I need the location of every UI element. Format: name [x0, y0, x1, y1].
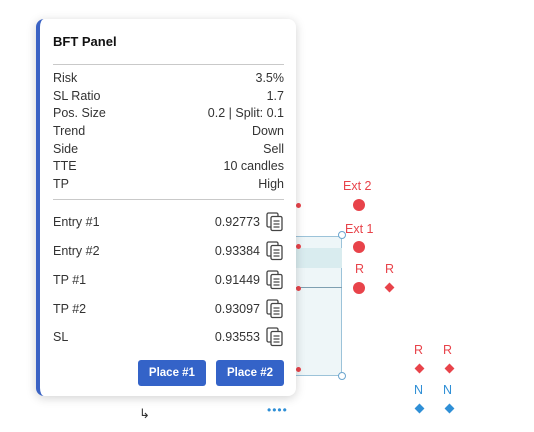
price-row-sl: SL 0.93553 [53, 323, 284, 352]
level-marker [296, 286, 301, 291]
info-label: TTE [53, 159, 77, 174]
info-row-trend: Trend Down [53, 123, 284, 141]
zone-handle-bottom[interactable] [338, 372, 346, 380]
level-marker [296, 367, 301, 372]
info-label: TP [53, 177, 69, 192]
n-label: N [443, 383, 453, 397]
copy-icon[interactable] [266, 270, 284, 290]
r-label: R [355, 262, 365, 276]
place-2-button[interactable]: Place #2 [215, 360, 284, 386]
price-label: Entry #1 [53, 215, 100, 230]
info-row-risk: Risk 3.5% [53, 70, 284, 88]
price-row-tp-2: TP #2 0.93097 [53, 294, 284, 323]
price-label: TP #1 [53, 272, 87, 287]
r-label: R [385, 262, 395, 276]
price-row-entry-2: Entry #2 0.93384 [53, 237, 284, 266]
more-dots-icon[interactable]: •••• [267, 404, 288, 416]
r-diamond [384, 282, 395, 293]
price-label: SL [53, 330, 69, 345]
info-label: Side [53, 141, 79, 156]
price-label: TP #2 [53, 301, 87, 316]
price-value: 0.93553 [214, 330, 260, 345]
info-value: 0.2 | Split: 0.1 [207, 106, 284, 121]
panel-title: BFT Panel [53, 34, 117, 49]
price-value: 0.93097 [214, 301, 260, 316]
n-diamond [414, 403, 425, 414]
info-list: Risk 3.5% SL Ratio 1.7 Pos. Size 0.2 | S… [53, 70, 284, 194]
info-value: 1.7 [266, 88, 284, 103]
info-row-sl-ratio: SL Ratio 1.7 [53, 88, 284, 106]
r-marker [353, 282, 365, 294]
copy-icon[interactable] [266, 212, 284, 232]
info-label: Pos. Size [53, 106, 106, 121]
price-list: Entry #1 0.92773 Entry #2 0.93384 TP #1 … [53, 208, 284, 352]
info-value: Sell [263, 141, 284, 156]
ext1-marker [353, 241, 365, 253]
info-row-tte: TTE 10 candles [53, 158, 284, 176]
copy-icon[interactable] [266, 327, 284, 347]
info-value: 3.5% [255, 71, 285, 85]
n-label: N [414, 383, 424, 397]
price-label: Entry #2 [53, 244, 100, 258]
r-diamond [414, 363, 425, 374]
info-row-side: Side Sell [53, 141, 284, 159]
info-row-pos-size: Pos. Size 0.2 | Split: 0.1 [53, 105, 284, 123]
info-label: SL Ratio [53, 88, 101, 103]
copy-icon[interactable] [266, 241, 284, 261]
ext2-marker [353, 199, 365, 211]
info-value: High [258, 177, 284, 192]
price-value: 0.92773 [214, 215, 260, 230]
info-label: Risk [53, 71, 78, 85]
panel-actions: Place #1 Place #2 [137, 360, 284, 386]
bft-panel: BFT Panel Risk 3.5% SL Ratio 1.7 Pos. Si… [36, 19, 296, 396]
r-label: R [414, 343, 424, 357]
price-row-tp-1: TP #1 0.91449 [53, 265, 284, 294]
r-diamond [444, 363, 455, 374]
ext2-label: Ext 2 [343, 179, 372, 193]
price-value: 0.91449 [214, 272, 260, 287]
copy-icon[interactable] [266, 298, 284, 319]
mouse-cursor-icon: ↳ [139, 406, 150, 421]
divider [53, 198, 284, 200]
level-marker [296, 203, 301, 208]
info-value: 10 candles [223, 159, 284, 174]
info-value: Down [252, 124, 284, 139]
divider [53, 64, 284, 65]
info-label: Trend [53, 124, 86, 139]
r-label: R [443, 343, 453, 357]
price-value: 0.93384 [214, 244, 260, 258]
place-1-button[interactable]: Place #1 [137, 360, 206, 386]
n-diamond [444, 403, 455, 414]
price-row-entry-1: Entry #1 0.92773 [53, 208, 284, 237]
trade-zone-band [292, 248, 342, 268]
ext1-label: Ext 1 [345, 222, 374, 236]
info-row-tp: TP High [53, 176, 284, 194]
level-marker [296, 244, 301, 249]
